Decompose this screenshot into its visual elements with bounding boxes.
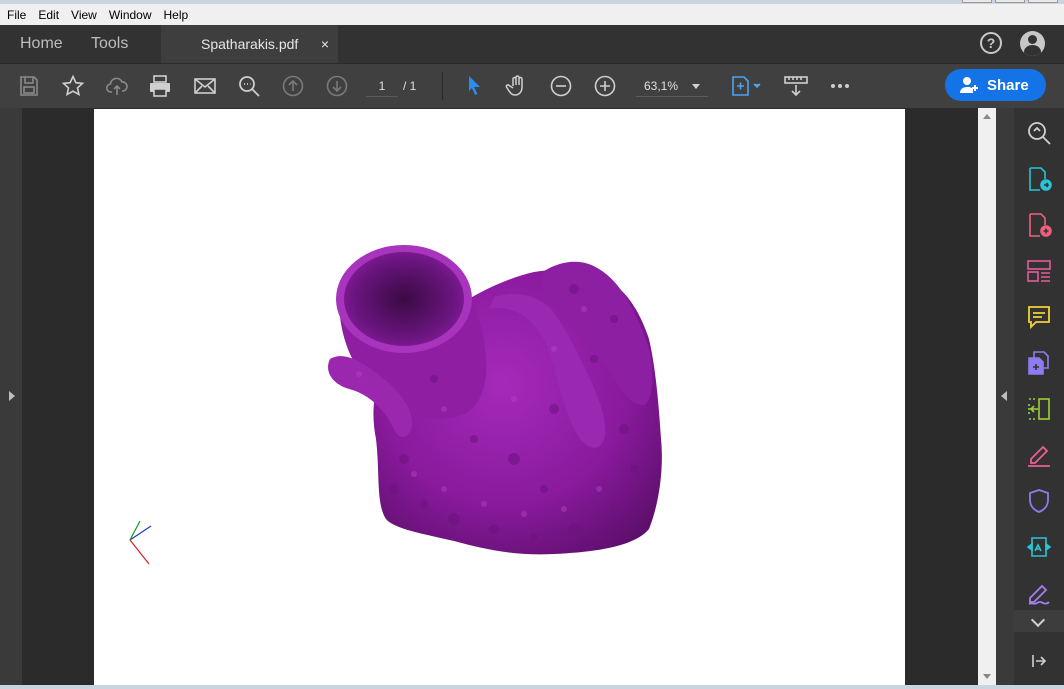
printer-icon[interactable] [148, 74, 172, 98]
scroll-down-icon[interactable] [983, 674, 991, 679]
menu-file[interactable]: File [2, 8, 31, 22]
request-signature-icon[interactable] [1026, 580, 1052, 606]
tools-rail [1014, 108, 1064, 685]
menu-edit[interactable]: Edit [33, 8, 64, 22]
chevron-left-icon [1001, 391, 1007, 401]
left-panel-toggle[interactable] [0, 108, 22, 685]
zoom-level-select[interactable]: 63,1% [636, 75, 708, 97]
scroll-up-icon[interactable] [983, 114, 991, 119]
protect-icon[interactable] [1026, 488, 1052, 514]
rail-more-toggle[interactable] [1014, 610, 1064, 632]
tab-tools[interactable]: Tools [91, 25, 128, 63]
create-pdf-icon[interactable] [1026, 212, 1052, 238]
chevron-right-icon [9, 391, 15, 401]
share-button[interactable]: Share [945, 69, 1046, 101]
window-frame-bottom [0, 685, 1064, 689]
export-pdf-icon[interactable] [1026, 166, 1052, 192]
tab-bar: Home Tools Spatharakis.pdf × ? [0, 25, 1064, 63]
vertical-scrollbar[interactable] [978, 108, 996, 685]
menu-window[interactable]: Window [104, 8, 157, 22]
main-toolbar: 1 / 1 63,1% Share [0, 63, 1064, 108]
menu-bar: File Edit View Window Help [0, 4, 1064, 25]
page-number-input[interactable]: 1 [366, 75, 398, 97]
collapse-rail-icon[interactable] [1026, 648, 1052, 674]
more-icon[interactable] [828, 74, 852, 98]
tab-document-title: Spatharakis.pdf [201, 36, 299, 52]
organize-pages-icon[interactable] [1026, 258, 1052, 284]
right-panel-toggle[interactable] [996, 108, 1014, 685]
star-icon[interactable] [61, 74, 85, 98]
envelope-icon[interactable] [193, 74, 217, 98]
fill-sign-icon[interactable] [1026, 442, 1052, 468]
edit-pdf-icon[interactable] [1026, 396, 1052, 422]
tab-document[interactable]: Spatharakis.pdf × [161, 25, 338, 63]
arrow-down-circle-icon[interactable] [325, 74, 349, 98]
zoom-level-value: 63,1% [644, 79, 679, 93]
send-for-review-icon[interactable] [1026, 534, 1052, 560]
zoom-in-icon[interactable] [593, 74, 617, 98]
help-icon[interactable]: ? [980, 32, 1002, 54]
fit-page-icon[interactable] [730, 74, 762, 98]
hand-icon[interactable] [505, 74, 529, 98]
window-close-button[interactable] [1028, 0, 1058, 3]
tab-home[interactable]: Home [20, 25, 63, 63]
search-icon[interactable] [237, 74, 261, 98]
chevron-down-icon [692, 84, 700, 89]
add-user-icon [960, 77, 978, 93]
combine-files-icon[interactable] [1026, 350, 1052, 376]
window-minimize-button[interactable] [962, 0, 992, 3]
save-icon[interactable] [17, 74, 41, 98]
arrow-up-circle-icon[interactable] [281, 74, 305, 98]
toolbar-divider [442, 72, 443, 100]
page-total-label: / 1 [403, 79, 417, 93]
heart-3d-model[interactable] [94, 109, 905, 685]
zoom-out-icon[interactable] [549, 74, 573, 98]
cloud-upload-icon[interactable] [105, 74, 129, 98]
close-tab-icon[interactable]: × [321, 25, 329, 63]
pdf-page[interactable] [94, 109, 905, 685]
menu-view[interactable]: View [66, 8, 102, 22]
menu-help[interactable]: Help [159, 8, 194, 22]
cursor-icon[interactable] [462, 74, 486, 98]
document-workarea [0, 108, 1064, 685]
window-maximize-button[interactable] [995, 0, 1025, 3]
account-icon[interactable] [1020, 31, 1045, 56]
comment-icon[interactable] [1026, 304, 1052, 330]
document-viewer[interactable] [22, 108, 978, 685]
share-button-label: Share [987, 76, 1029, 94]
scroll-mode-icon[interactable] [784, 74, 808, 98]
zoom-tool-icon[interactable] [1026, 120, 1052, 146]
axis-gizmo-icon [129, 520, 152, 565]
